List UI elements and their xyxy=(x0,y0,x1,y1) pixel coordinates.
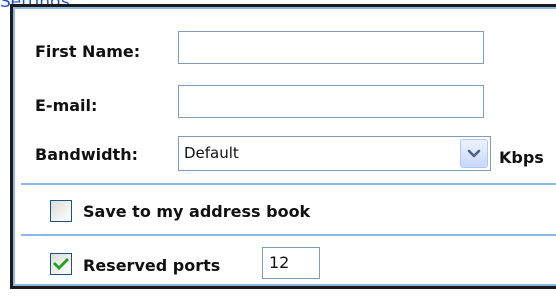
email-field[interactable] xyxy=(178,85,484,118)
reserved-ports-label: Reserved ports xyxy=(83,256,221,275)
first-name-field[interactable] xyxy=(178,31,484,64)
reserved-ports-field[interactable]: 12 xyxy=(262,247,320,279)
bandwidth-label: Bandwidth: xyxy=(35,145,138,164)
dropdown-button[interactable] xyxy=(460,139,488,168)
bandwidth-select[interactable]: Default xyxy=(178,136,491,171)
email-label: E-mail: xyxy=(35,96,98,115)
divider xyxy=(21,183,556,185)
reserved-ports-checkbox[interactable] xyxy=(50,253,72,275)
bandwidth-selected-value: Default xyxy=(184,144,239,162)
bandwidth-unit-label: Kbps xyxy=(499,148,544,167)
divider xyxy=(21,234,556,236)
contact-form-panel: First Name: E-mail: Bandwidth: Default K… xyxy=(10,4,556,289)
checkmark-icon xyxy=(53,258,69,270)
save-address-checkbox[interactable] xyxy=(50,200,72,222)
save-address-label: Save to my address book xyxy=(83,202,311,221)
first-name-label: First Name: xyxy=(35,42,141,61)
chevron-down-icon xyxy=(467,149,481,157)
